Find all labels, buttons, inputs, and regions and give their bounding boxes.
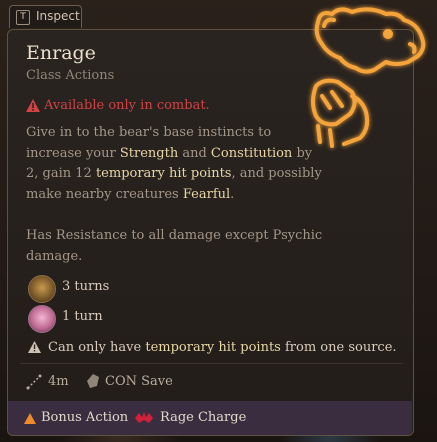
save-text: CON Save — [105, 374, 173, 389]
note-text: Can only have — [48, 340, 146, 355]
divider — [20, 363, 403, 364]
bonus-action-label: Bonus Action — [41, 410, 129, 425]
keyword-fearful[interactable]: Fearful — [183, 187, 230, 202]
keyword-strength[interactable]: Strength — [120, 146, 178, 161]
range-icon — [26, 374, 42, 390]
keybind-t-icon: T — [16, 10, 30, 25]
duration-text: 1 turn — [62, 309, 103, 324]
range-text: 4m — [48, 374, 69, 389]
bear-enrage-spell-icon — [311, 7, 426, 148]
duration-text: 3 turns — [62, 279, 110, 294]
bear-enrage-icon[interactable] — [28, 275, 56, 303]
note-text: from one source. — [280, 340, 397, 355]
rage-charge-label: Rage Charge — [160, 410, 247, 425]
rage-charge-icon — [135, 412, 153, 423]
inspect-label: Inspect — [36, 9, 80, 23]
warning-icon — [26, 99, 40, 112]
desc-text: . — [230, 186, 235, 202]
saving-throw-icon — [87, 374, 99, 388]
keyword-temporary-hit-points[interactable]: temporary hit points — [96, 166, 232, 181]
inspect-tab[interactable]: T Inspect — [9, 5, 82, 28]
keyword-temporary-hit-points[interactable]: temporary hit points — [145, 340, 281, 355]
bonus-action-icon — [24, 413, 36, 424]
spell-category: Class Actions — [26, 68, 115, 83]
keyword-constitution[interactable]: Constitution — [211, 146, 292, 161]
spell-title: Enrage — [26, 42, 96, 64]
fear-icon[interactable] — [28, 305, 56, 333]
cost-footer: Bonus Action Rage Charge — [8, 401, 412, 435]
combat-warning-text: Available only in combat. — [44, 98, 210, 113]
desc-text: and — [178, 145, 211, 161]
resistance-text: Has Resistance to all damage except Psyc… — [26, 228, 323, 264]
spell-description: Give in to the bear's base instincts to … — [26, 123, 326, 205]
info-warning-icon — [28, 341, 41, 353]
